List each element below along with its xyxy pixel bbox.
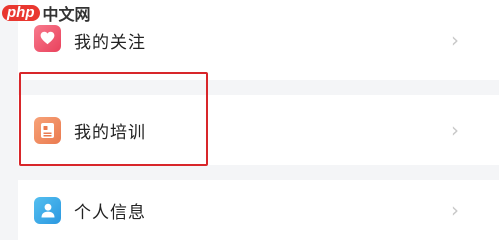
heart-icon — [34, 24, 61, 52]
menu-item-personal-info[interactable]: 个人信息 › — [18, 180, 499, 240]
chevron-right-icon: › — [451, 118, 459, 142]
menu-item-label: 个人信息 — [74, 202, 146, 223]
watermark: php 中文网 — [2, 1, 91, 25]
watermark-text: 中文网 — [42, 5, 91, 24]
chevron-right-icon: › — [451, 198, 459, 222]
user-icon — [34, 196, 61, 224]
highlight-box — [19, 72, 208, 166]
menu-item-label: 我的关注 — [74, 32, 146, 53]
watermark-logo: php — [2, 5, 40, 21]
chevron-right-icon: › — [451, 28, 459, 52]
